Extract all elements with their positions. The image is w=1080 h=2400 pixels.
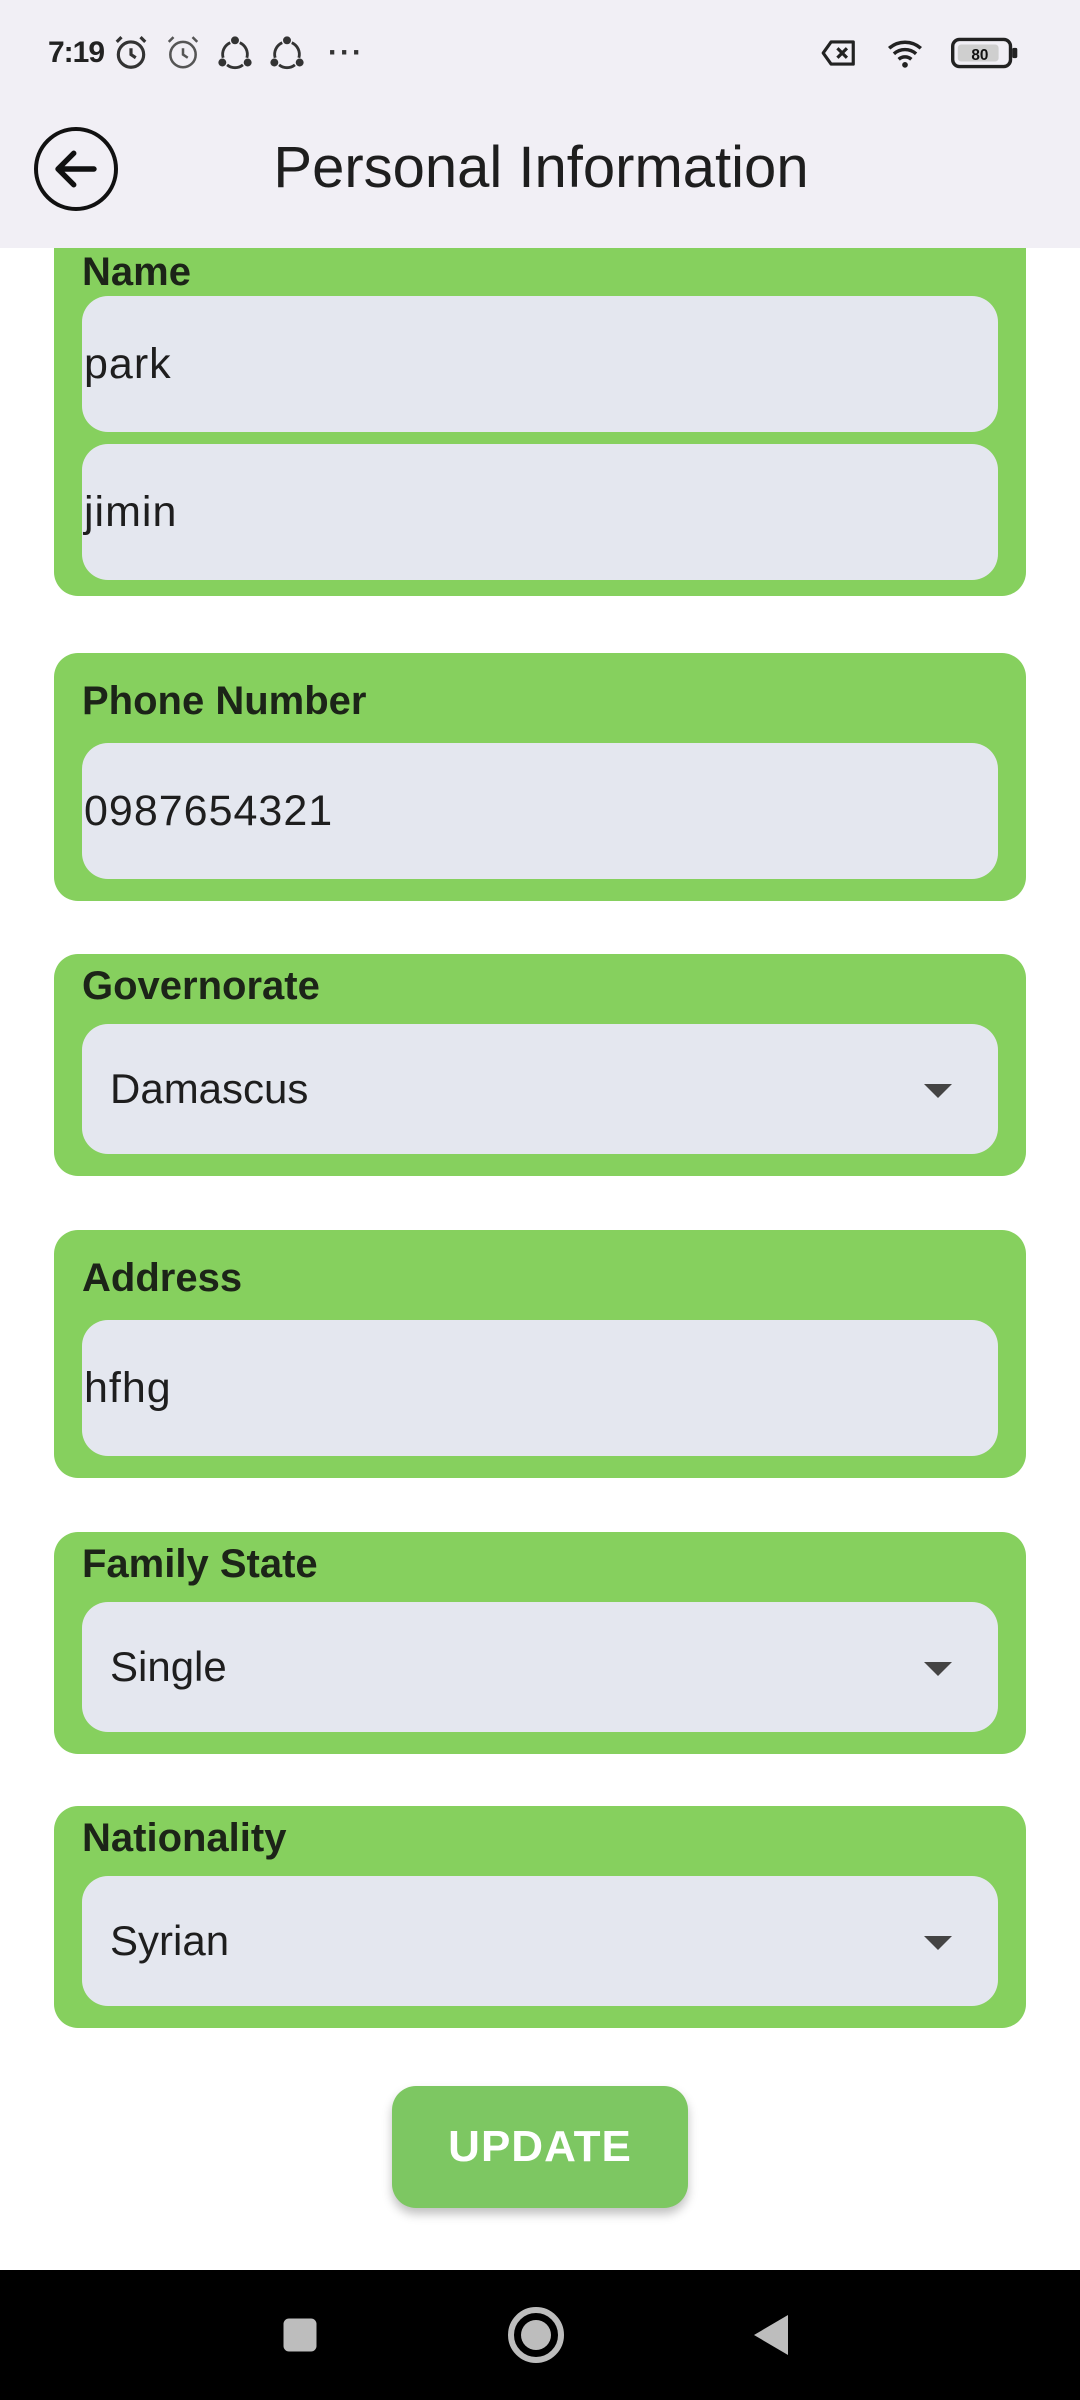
governorate-card: Governorate Damascus xyxy=(54,954,1026,1176)
address-value: hfhg xyxy=(84,1364,172,1412)
governorate-dropdown[interactable]: Damascus xyxy=(82,1024,998,1154)
nav-back-button[interactable] xyxy=(712,2270,832,2400)
recents-square-icon xyxy=(283,2318,317,2352)
last-name-field[interactable]: jimin xyxy=(82,444,998,580)
status-bar: 7:19 ··· 80 xyxy=(0,0,1080,110)
family-state-dropdown[interactable]: Single xyxy=(82,1602,998,1732)
nationality-value: Syrian xyxy=(110,1917,230,1964)
governorate-value: Damascus xyxy=(110,1065,309,1112)
first-name-value: park xyxy=(84,340,172,388)
sim-off-icon xyxy=(821,40,855,66)
more-notifications-icon: ··· xyxy=(328,36,364,69)
recents-button[interactable] xyxy=(240,2270,360,2400)
name-label: Name xyxy=(82,250,191,294)
address-field[interactable]: hfhg xyxy=(82,1320,998,1456)
chevron-down-icon xyxy=(924,1936,952,1950)
chevron-down-icon xyxy=(924,1662,952,1676)
phone-label: Phone Number xyxy=(82,679,367,723)
sync-icon xyxy=(218,36,252,70)
nationality-card: Nationality Syrian xyxy=(54,1806,1026,2028)
address-label: Address xyxy=(82,1256,243,1300)
sync-icon xyxy=(270,36,304,70)
status-icons-left: ··· xyxy=(112,34,364,72)
governorate-label: Governorate xyxy=(82,964,320,1008)
name-card: Name park jimin xyxy=(54,248,1026,596)
chevron-down-icon xyxy=(924,1084,952,1098)
family-state-card: Family State Single xyxy=(54,1532,1026,1754)
app-bar: Personal Information xyxy=(0,110,1080,248)
alarm-outline-icon xyxy=(167,36,199,69)
system-nav-bar xyxy=(0,2270,1080,2400)
nationality-dropdown[interactable]: Syrian xyxy=(82,1876,998,2006)
svg-text:80: 80 xyxy=(971,47,988,64)
home-button[interactable] xyxy=(476,2270,596,2400)
phone-value: 0987654321 xyxy=(84,787,334,835)
home-circle-icon xyxy=(508,2307,564,2363)
battery-icon: 80 xyxy=(951,37,1018,69)
address-card: Address hfhg xyxy=(54,1230,1026,1478)
update-button[interactable]: UPDATE xyxy=(392,2086,688,2208)
first-name-field[interactable]: park xyxy=(82,296,998,432)
nationality-label: Nationality xyxy=(82,1816,287,1860)
back-triangle-icon xyxy=(754,2315,788,2355)
wifi-icon xyxy=(888,40,922,68)
form-content[interactable]: Name park jimin Phone Number 0987654321 … xyxy=(0,248,1080,2270)
status-icons-right: 80 xyxy=(818,34,1020,72)
last-name-value: jimin xyxy=(84,488,178,536)
phone-field[interactable]: 0987654321 xyxy=(82,743,998,879)
page-title: Personal Information xyxy=(273,135,809,200)
phone-card: Phone Number 0987654321 xyxy=(54,653,1026,901)
family-state-label: Family State xyxy=(82,1542,318,1586)
alarm-icon xyxy=(115,36,147,69)
status-time: 7:19 xyxy=(48,36,105,69)
family-state-value: Single xyxy=(110,1643,227,1690)
